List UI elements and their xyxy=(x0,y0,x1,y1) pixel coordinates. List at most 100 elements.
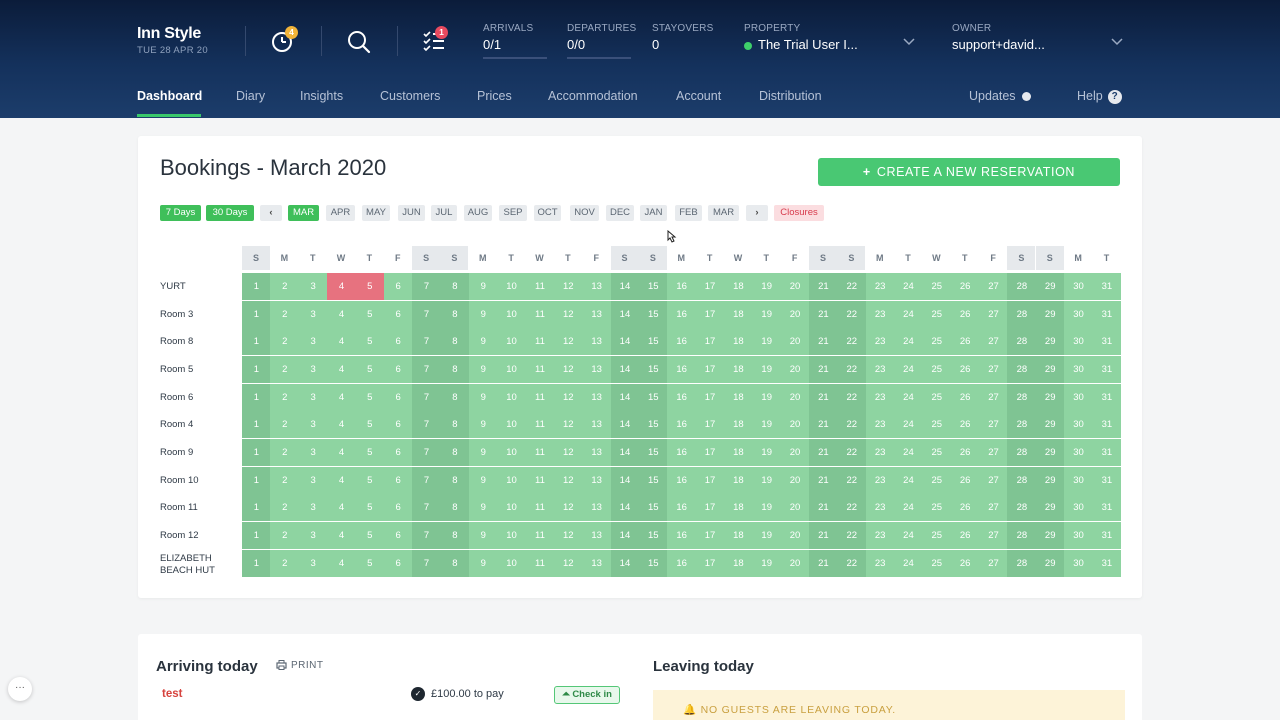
available-day-cell[interactable]: 19 xyxy=(752,494,782,522)
available-day-cell[interactable]: 22 xyxy=(837,328,867,356)
available-day-cell[interactable]: 17 xyxy=(695,383,725,411)
available-day-cell[interactable]: 6 xyxy=(383,300,413,328)
available-day-cell[interactable]: 21 xyxy=(809,273,838,300)
available-day-cell[interactable]: 17 xyxy=(695,549,725,577)
available-day-cell[interactable]: 16 xyxy=(667,328,697,356)
available-day-cell[interactable]: 29 xyxy=(1035,300,1065,328)
available-day-cell[interactable]: 11 xyxy=(525,466,555,494)
available-day-cell[interactable]: 15 xyxy=(638,494,668,522)
available-day-cell[interactable]: 15 xyxy=(638,521,668,549)
available-day-cell[interactable]: 11 xyxy=(525,438,555,466)
available-day-cell[interactable]: 29 xyxy=(1035,411,1065,439)
available-day-cell[interactable]: 26 xyxy=(950,438,980,466)
available-day-cell[interactable]: 8 xyxy=(440,466,470,494)
nav-distribution[interactable]: Distribution xyxy=(759,89,822,103)
available-day-cell[interactable]: 24 xyxy=(894,383,923,411)
available-day-cell[interactable]: 7 xyxy=(412,273,441,300)
month-mar-button[interactable]: MAR xyxy=(708,205,739,221)
available-day-cell[interactable]: 4 xyxy=(327,466,356,494)
available-day-cell[interactable]: 18 xyxy=(723,383,753,411)
available-day-cell[interactable]: 29 xyxy=(1035,438,1065,466)
available-day-cell[interactable]: 20 xyxy=(780,494,810,522)
available-day-cell[interactable]: 30 xyxy=(1064,466,1093,494)
available-day-cell[interactable]: 27 xyxy=(979,383,1008,411)
available-day-cell[interactable]: 13 xyxy=(582,494,612,522)
available-day-cell[interactable]: 21 xyxy=(809,300,838,328)
available-day-cell[interactable]: 9 xyxy=(468,328,498,356)
available-day-cell[interactable]: 28 xyxy=(1007,355,1037,383)
available-day-cell[interactable]: 8 xyxy=(440,273,470,300)
available-day-cell[interactable]: 25 xyxy=(922,521,952,549)
available-day-cell[interactable]: 31 xyxy=(1092,494,1122,522)
available-day-cell[interactable]: 25 xyxy=(922,273,952,300)
room-label[interactable]: Room 12 xyxy=(160,530,230,542)
available-day-cell[interactable]: 19 xyxy=(752,411,782,439)
available-day-cell[interactable]: 4 xyxy=(327,438,356,466)
available-day-cell[interactable]: 4 xyxy=(327,521,356,549)
prev-month-icon[interactable]: ‹ xyxy=(260,205,282,221)
available-day-cell[interactable]: 9 xyxy=(468,411,498,439)
available-day-cell[interactable]: 29 xyxy=(1035,273,1065,300)
month-jun-button[interactable]: JUN xyxy=(398,205,425,221)
available-day-cell[interactable]: 30 xyxy=(1064,411,1093,439)
available-day-cell[interactable]: 17 xyxy=(695,300,725,328)
available-day-cell[interactable]: 24 xyxy=(894,466,923,494)
available-day-cell[interactable]: 3 xyxy=(298,521,328,549)
available-day-cell[interactable]: 10 xyxy=(497,328,526,356)
available-day-cell[interactable]: 30 xyxy=(1064,438,1093,466)
available-day-cell[interactable]: 19 xyxy=(752,273,782,300)
available-day-cell[interactable]: 29 xyxy=(1035,355,1065,383)
available-day-cell[interactable]: 28 xyxy=(1007,549,1037,577)
available-day-cell[interactable]: 13 xyxy=(582,300,612,328)
available-day-cell[interactable]: 26 xyxy=(950,300,980,328)
available-day-cell[interactable]: 21 xyxy=(809,549,838,577)
available-day-cell[interactable]: 2 xyxy=(270,411,300,439)
create-reservation-button[interactable]: + CREATE A NEW RESERVATION xyxy=(818,158,1120,186)
available-day-cell[interactable]: 12 xyxy=(553,411,583,439)
available-day-cell[interactable]: 19 xyxy=(752,466,782,494)
available-day-cell[interactable]: 13 xyxy=(582,466,612,494)
available-day-cell[interactable]: 23 xyxy=(865,466,895,494)
room-label[interactable]: Room 10 xyxy=(160,475,230,487)
nav-insights[interactable]: Insights xyxy=(300,89,343,103)
available-day-cell[interactable]: 12 xyxy=(553,355,583,383)
available-day-cell[interactable]: 23 xyxy=(865,383,895,411)
available-day-cell[interactable]: 27 xyxy=(979,355,1008,383)
available-day-cell[interactable]: 6 xyxy=(383,273,413,300)
next-month-icon[interactable]: › xyxy=(746,205,768,221)
available-day-cell[interactable]: 16 xyxy=(667,411,697,439)
available-day-cell[interactable]: 18 xyxy=(723,411,753,439)
help-link[interactable]: Help? xyxy=(1077,89,1122,104)
available-day-cell[interactable]: 28 xyxy=(1007,411,1037,439)
available-day-cell[interactable]: 8 xyxy=(440,411,470,439)
available-day-cell[interactable]: 25 xyxy=(922,438,952,466)
owner-selector[interactable]: OWNER support+david... xyxy=(952,23,1045,52)
available-day-cell[interactable]: 15 xyxy=(638,411,668,439)
available-day-cell[interactable]: 31 xyxy=(1092,521,1122,549)
available-day-cell[interactable]: 18 xyxy=(723,328,753,356)
available-day-cell[interactable]: 15 xyxy=(638,383,668,411)
available-day-cell[interactable]: 6 xyxy=(383,466,413,494)
available-day-cell[interactable]: 16 xyxy=(667,549,697,577)
available-day-cell[interactable]: 26 xyxy=(950,494,980,522)
available-day-cell[interactable]: 30 xyxy=(1064,300,1093,328)
available-day-cell[interactable]: 2 xyxy=(270,438,300,466)
nav-prices[interactable]: Prices xyxy=(477,89,512,103)
available-day-cell[interactable]: 20 xyxy=(780,411,810,439)
available-day-cell[interactable]: 22 xyxy=(837,273,867,300)
available-day-cell[interactable]: 16 xyxy=(667,273,697,300)
available-day-cell[interactable]: 29 xyxy=(1035,494,1065,522)
available-day-cell[interactable]: 7 xyxy=(412,549,441,577)
available-day-cell[interactable]: 30 xyxy=(1064,273,1093,300)
available-day-cell[interactable]: 21 xyxy=(809,466,838,494)
available-day-cell[interactable]: 1 xyxy=(242,494,271,522)
nav-dashboard[interactable]: Dashboard xyxy=(137,89,202,103)
available-day-cell[interactable]: 28 xyxy=(1007,273,1037,300)
available-day-cell[interactable]: 1 xyxy=(242,466,271,494)
available-day-cell[interactable]: 14 xyxy=(610,273,640,300)
available-day-cell[interactable]: 23 xyxy=(865,328,895,356)
available-day-cell[interactable]: 29 xyxy=(1035,328,1065,356)
available-day-cell[interactable]: 1 xyxy=(242,549,271,577)
available-day-cell[interactable]: 22 xyxy=(837,549,867,577)
stayovers-stat[interactable]: STAYOVERS 0 xyxy=(652,23,713,52)
